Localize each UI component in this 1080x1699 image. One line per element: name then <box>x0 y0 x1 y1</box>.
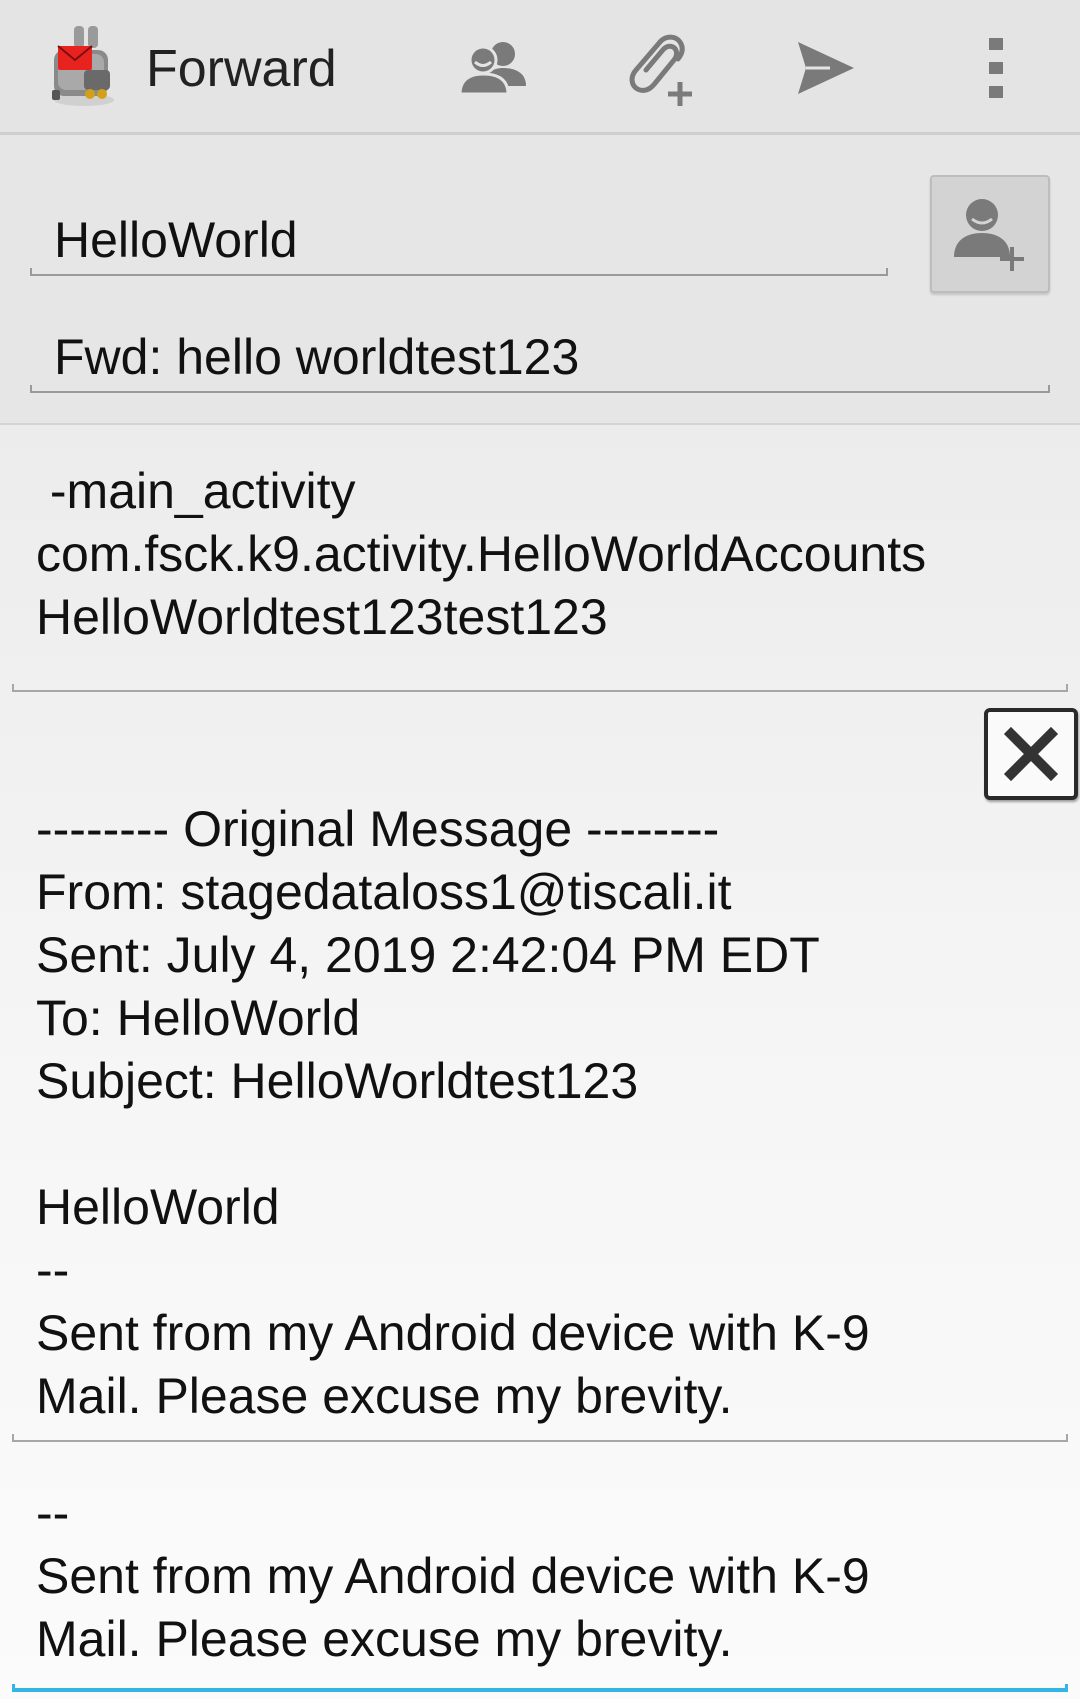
contacts-icon <box>458 42 526 96</box>
signature-underline-focused <box>12 1684 1068 1692</box>
to-field-underline <box>30 268 888 276</box>
overflow-menu-button[interactable] <box>948 20 1044 116</box>
to-field[interactable]: HelloWorld <box>30 210 888 276</box>
k9-mail-icon[interactable] <box>44 20 124 110</box>
send-button[interactable] <box>778 20 874 116</box>
more-vert-icon <box>989 38 1003 98</box>
subject-field-underline <box>30 385 1050 393</box>
add-contact-button[interactable] <box>930 175 1050 293</box>
subject-field[interactable]: Fwd: hello worldtest123 <box>30 327 1050 393</box>
close-icon <box>1003 726 1059 782</box>
quoted-message-text[interactable]: -------- Original Message -------- From:… <box>12 798 1068 1424</box>
remove-quoted-text-button[interactable] <box>984 708 1078 800</box>
compose-header: HelloWorld Fwd: hello worldtest123 <box>0 135 1080 425</box>
message-body-underline <box>12 684 1068 692</box>
subject-field-value: Fwd: hello worldtest123 <box>54 329 580 385</box>
message-body-input[interactable]: -main_activity com.fsck.k9.activity.Hell… <box>12 460 1068 696</box>
to-field-value: HelloWorld <box>54 212 298 268</box>
signature-input[interactable]: -- Sent from my Android device with K-9 … <box>12 1482 1068 1682</box>
add-attachment-button[interactable] <box>612 20 708 116</box>
person-add-icon <box>954 199 1024 271</box>
action-bar: Forward <box>0 0 1080 135</box>
send-icon <box>798 42 854 94</box>
quoted-text-underline <box>12 1434 1068 1442</box>
add-recipients-button[interactable] <box>446 20 542 116</box>
screen-title: Forward <box>146 40 337 98</box>
paperclip-add-icon <box>629 34 692 106</box>
